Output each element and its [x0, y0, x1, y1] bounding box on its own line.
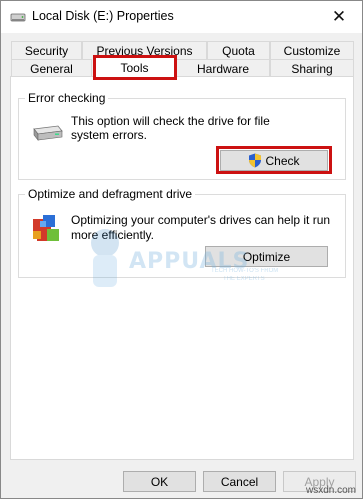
cancel-button-label: Cancel [220, 474, 259, 489]
optimize-button-label: Optimize [242, 249, 291, 264]
close-button[interactable]: ✕ [316, 1, 362, 32]
close-icon: ✕ [331, 6, 347, 26]
check-button-label: Check [265, 153, 300, 168]
check-button[interactable]: Check [220, 150, 328, 171]
tab-label: Tools [120, 60, 149, 75]
tab-label: General [30, 61, 73, 76]
tab-label: Quota [222, 43, 255, 58]
tab-label: Previous Versions [96, 43, 193, 58]
error-checking-title: Error checking [25, 91, 109, 105]
error-checking-desc-1: This option will check the drive for fil… [71, 114, 270, 128]
tab-general[interactable]: General [11, 59, 92, 77]
tab-quota[interactable]: Quota [207, 41, 270, 59]
drive-title-icon [10, 13, 26, 22]
watermark-mascot [91, 229, 119, 287]
tab-label: Security [24, 43, 69, 58]
tab-sharing[interactable]: Sharing [270, 59, 354, 77]
cancel-button[interactable]: Cancel [203, 471, 276, 492]
tab-security[interactable]: Security [11, 41, 82, 59]
optimize-title: Optimize and defragment drive [25, 187, 196, 201]
defrag-icon [33, 215, 59, 241]
drive-icon [33, 125, 63, 141]
site-watermark: wsxdn.com [305, 485, 356, 496]
title-bar[interactable]: Local Disk (E:) Properties ✕ [1, 1, 362, 33]
properties-window: Local Disk (E:) Properties ✕ Security Pr… [0, 0, 363, 499]
tab-tools[interactable]: Tools [94, 57, 175, 77]
ok-button-label: OK [150, 474, 169, 489]
watermark-tagline-2: THE EXPERTS [223, 276, 265, 282]
tab-label: Customize [283, 43, 341, 58]
tab-hardware[interactable]: Hardware [176, 59, 270, 77]
tools-panel: Error checking This option will check th… [10, 76, 354, 460]
tab-label: Hardware [196, 61, 250, 76]
tab-label: Sharing [291, 61, 333, 76]
uac-shield-icon [249, 153, 262, 168]
watermark-tagline-1: TECH HOW-TO'S FROM [211, 268, 279, 274]
ok-button[interactable]: OK [123, 471, 196, 492]
window-title: Local Disk (E:) Properties [32, 9, 174, 23]
tab-customize[interactable]: Customize [270, 41, 354, 59]
error-checking-desc-2: system errors. [71, 128, 148, 142]
